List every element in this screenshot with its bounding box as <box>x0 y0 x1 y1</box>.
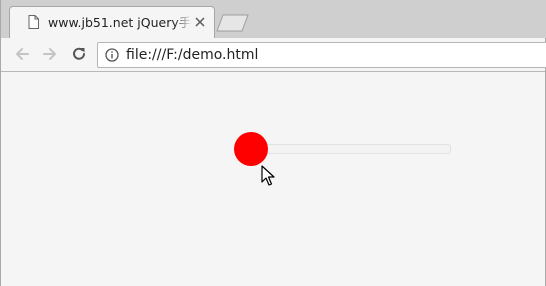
back-arrow-icon[interactable] <box>13 45 31 63</box>
slider-thumb[interactable] <box>234 132 268 166</box>
tab-strip: www.jb51.net jQuery手 <box>1 0 546 38</box>
active-tab[interactable]: www.jb51.net jQuery手 <box>9 6 215 38</box>
info-icon[interactable] <box>105 48 119 62</box>
mouse-cursor-icon <box>261 165 275 186</box>
slider-track[interactable] <box>251 144 451 154</box>
url-text[interactable]: file:///F:/demo.html <box>126 47 258 63</box>
new-tab-button[interactable] <box>215 14 251 32</box>
tab-title-fade <box>174 13 192 33</box>
page-content <box>1 72 545 286</box>
reload-icon[interactable] <box>70 45 88 63</box>
address-bar[interactable]: file:///F:/demo.html <box>97 42 546 68</box>
forward-arrow-icon[interactable] <box>41 45 59 63</box>
browser-toolbar: file:///F:/demo.html <box>1 38 546 72</box>
browser-window: www.jb51.net jQuery手 file:///F:/demo.htm… <box>0 0 546 286</box>
close-icon[interactable] <box>194 16 206 28</box>
page-icon <box>28 15 39 29</box>
